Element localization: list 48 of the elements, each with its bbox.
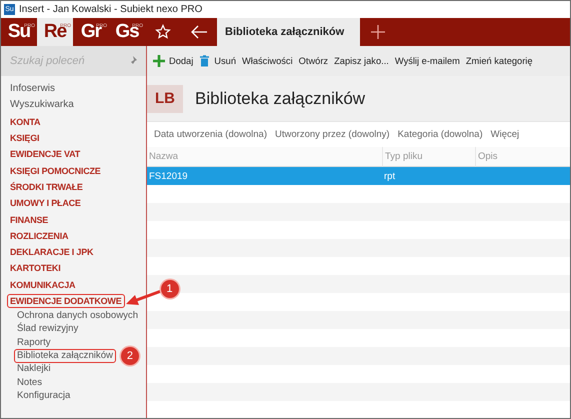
star-icon[interactable] (155, 24, 171, 40)
callout-badge: 2 (120, 347, 139, 366)
menu-item[interactable]: Ślad rewizyjny (14, 322, 82, 336)
menu-section[interactable]: KOMUNIKACJA (7, 278, 78, 292)
window-title: Insert - Jan Kowalski - Subiekt nexo PRO (19, 4, 202, 15)
toolbar-button[interactable]: Wyślij e-mailem (394, 56, 460, 66)
filter-link[interactable]: Kategoria (dowolna) (398, 129, 483, 140)
module-badge: LB (147, 84, 183, 112)
menu-section[interactable]: DEKLARACJE I JPK (7, 245, 96, 260)
filter-link[interactable]: Data utworzenia (dowolna) (154, 129, 268, 140)
search-field[interactable]: Szukaj poleceń (1, 46, 146, 76)
toolbar-button[interactable]: Właściwości (242, 56, 293, 66)
trash-icon (199, 55, 210, 67)
menu-item[interactable]: Infoserwis (7, 82, 58, 96)
filter-link[interactable]: Utworzony przez (dowolny) (275, 129, 390, 140)
menu-section[interactable]: UMOWY I PŁACE (7, 196, 84, 210)
menu-section[interactable]: EWIDENCJE VAT (7, 147, 84, 162)
toolbar-button[interactable]: Otwórz (298, 56, 328, 66)
plus-icon (153, 55, 165, 67)
menu-item[interactable]: Konfiguracja (14, 389, 74, 404)
menu-section[interactable]: ROZLICZENIA (7, 228, 72, 243)
table-cell: rpt (382, 167, 475, 185)
toolbar-button[interactable]: Zmień kategorię (466, 56, 533, 66)
toolbar-button[interactable]: Zapisz jako... (334, 56, 389, 66)
callout-badge: 1 (160, 280, 179, 298)
menu-section[interactable]: KSIĘGI POMOCNICZE (7, 164, 104, 178)
module-tab[interactable]: Gr$^{PRO}$ (73, 18, 109, 46)
menu-section[interactable]: ŚRODKI TRWAŁE (7, 180, 86, 194)
menu-item[interactable]: Notes (14, 376, 46, 390)
menu-item[interactable]: Biblioteka załączników (14, 349, 116, 364)
menu-section[interactable]: KSIĘGI (7, 131, 42, 146)
menu-item[interactable]: Ochrona danych osobowych (14, 308, 142, 323)
page-title: Biblioteka załączników (195, 88, 366, 108)
toolbar-button[interactable]: Dodaj (153, 55, 194, 67)
menu-item[interactable]: Raporty (14, 336, 54, 350)
toolbar-button[interactable]: Usuń (199, 55, 236, 67)
menu-item[interactable]: Wyszukiwarka (7, 98, 77, 112)
back-arrow-icon[interactable] (190, 24, 208, 40)
table-cell: FS12019 (147, 167, 382, 185)
filter-link[interactable]: Więcej (490, 129, 520, 140)
plus-icon[interactable] (370, 24, 386, 40)
menu-section[interactable]: EWIDENCJE DODATKOWE (7, 294, 125, 308)
menu-section[interactable]: KONTA (7, 114, 44, 129)
menu-section[interactable]: FINANSE (7, 212, 52, 227)
menu-section[interactable]: KARTOTEKI (7, 261, 64, 276)
document-tab[interactable]: Biblioteka załączników (217, 18, 360, 46)
menu-item[interactable]: Naklejki (14, 362, 54, 376)
search-input[interactable]: Szukaj poleceń (10, 55, 110, 67)
